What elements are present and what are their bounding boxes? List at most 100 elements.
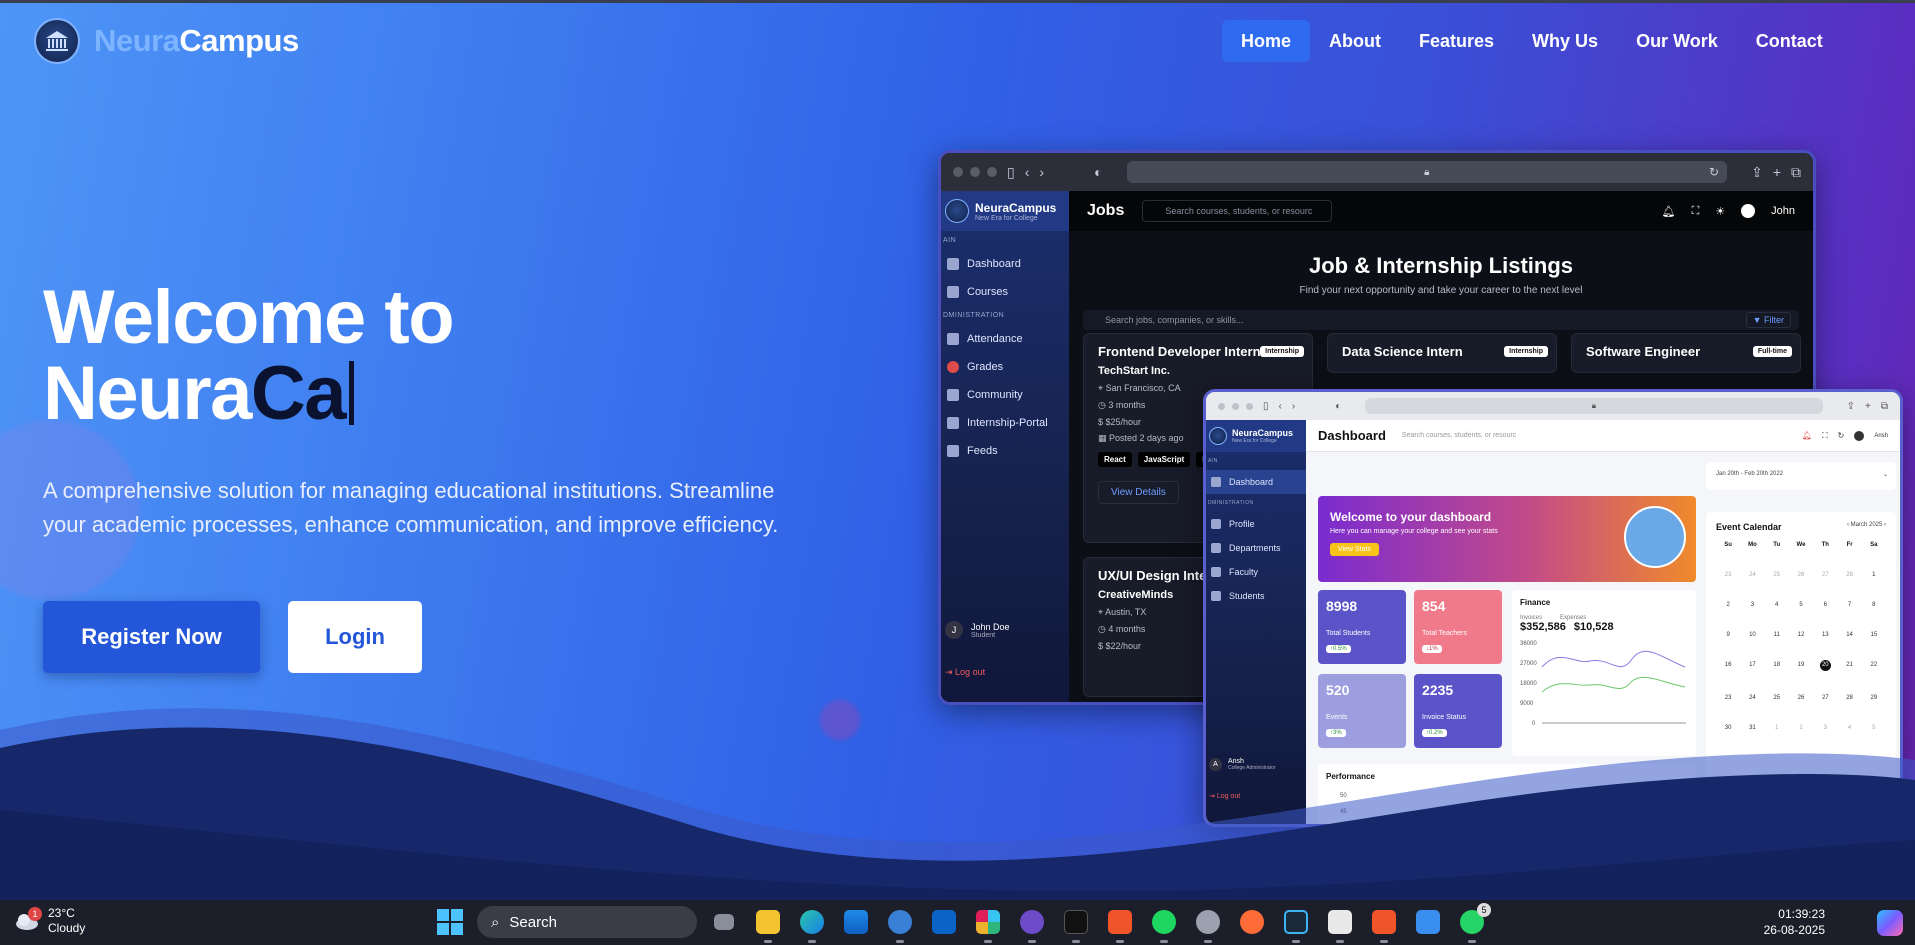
calendar-day[interactable]: 17 — [1740, 662, 1764, 671]
notepad-icon[interactable] — [1411, 905, 1445, 939]
calendar-day[interactable]: 3 — [1740, 602, 1764, 608]
date-range-picker[interactable]: Jan 20th - Feb 20th 2022 ⌄ — [1706, 462, 1896, 490]
stat-card-teachers[interactable]: 854 Total Teachers ↓1% — [1414, 590, 1502, 664]
calendar-day[interactable]: 6 — [1813, 602, 1837, 608]
whatsapp-icon[interactable]: 5 — [1455, 903, 1491, 943]
job-type-badge: Internship — [1260, 346, 1304, 357]
jobs-sidebar-item-community[interactable]: Community — [941, 381, 1069, 409]
editor-icon[interactable] — [1323, 905, 1357, 943]
terminal-icon[interactable] — [1059, 905, 1093, 943]
edge-icon[interactable] — [795, 905, 829, 943]
brand[interactable]: NeuraCampus — [34, 18, 299, 64]
chevron-right-icon[interactable]: › — [1882, 522, 1886, 528]
dash-sidebar-item-dashboard[interactable]: Dashboard — [1206, 470, 1306, 494]
calendar-day[interactable]: 15 — [1862, 632, 1886, 638]
fullscreen-icon[interactable]: ⛶ — [1692, 205, 1700, 218]
calendar-day[interactable]: 27 — [1813, 572, 1837, 578]
job-card[interactable]: Data Science Intern Internship — [1327, 333, 1557, 373]
sun-icon[interactable]: ☀ — [1715, 205, 1725, 218]
dash-header-search[interactable]: Search courses, students, or resourc — [1402, 432, 1552, 439]
nav-home[interactable]: Home — [1222, 20, 1311, 62]
calendar-day[interactable]: 20 — [1819, 660, 1831, 671]
bell-icon[interactable]: 🔔︎ — [1802, 431, 1812, 440]
calendar-day[interactable]: 14 — [1837, 632, 1861, 638]
spotify-icon[interactable] — [1147, 905, 1181, 943]
settings-icon[interactable] — [1191, 905, 1225, 943]
github-icon[interactable] — [1015, 905, 1049, 943]
dash-sidebar-item-faculty[interactable]: Faculty — [1206, 560, 1306, 584]
calendar-day[interactable]: 4 — [1765, 602, 1789, 608]
calendar-day[interactable]: 18 — [1765, 662, 1789, 671]
view-details-button[interactable]: View Details — [1098, 481, 1179, 504]
brave-2-icon[interactable] — [1367, 905, 1401, 943]
window-top-edge — [0, 0, 1915, 3]
calendar-day[interactable]: 9 — [1716, 632, 1740, 638]
slack-icon[interactable] — [971, 905, 1005, 943]
jobs-sidebar-item-attendance[interactable]: Attendance — [941, 325, 1069, 353]
calendar-day[interactable]: 23 — [1716, 572, 1740, 578]
calendar-day[interactable]: 8 — [1862, 602, 1886, 608]
postman-icon[interactable] — [1235, 905, 1269, 939]
job-card[interactable]: Software Engineer Full-time — [1571, 333, 1801, 373]
login-button[interactable]: Login — [288, 601, 422, 673]
dash-sidebar-item-profile[interactable]: Profile — [1206, 512, 1306, 536]
calendar-day[interactable]: 2 — [1716, 602, 1740, 608]
task-view-icon[interactable] — [707, 905, 741, 939]
calendar-day[interactable]: 24 — [1740, 572, 1764, 578]
search-icon: ⌕ — [491, 913, 500, 931]
start-button[interactable] — [433, 905, 467, 939]
avatar[interactable] — [1854, 430, 1865, 441]
calendar-day[interactable]: 1 — [1862, 572, 1886, 578]
calendar-day[interactable]: 7 — [1837, 602, 1861, 608]
calendar-header: Event Calendar ‹ March 2025 › — [1716, 522, 1886, 532]
jobs-sidebar-item-dashboard[interactable]: Dashboard — [941, 250, 1069, 278]
calendar-day[interactable]: 16 — [1716, 662, 1740, 671]
calendar-day[interactable]: 11 — [1765, 632, 1789, 638]
fullscreen-icon[interactable]: ⛶ — [1822, 431, 1828, 441]
view-stats-button[interactable]: View Stats — [1330, 543, 1379, 556]
code-icon[interactable] — [1279, 905, 1313, 943]
jobs-sidebar-item-grades[interactable]: Grades — [941, 353, 1069, 381]
avatar[interactable] — [1741, 204, 1756, 218]
calendar-day[interactable]: 25 — [1765, 572, 1789, 578]
calendar-day[interactable]: 13 — [1813, 632, 1837, 638]
nav-why-us[interactable]: Why Us — [1513, 20, 1617, 62]
jobs-sidebar-item-internship[interactable]: Internship-Portal — [941, 409, 1069, 437]
nav-features[interactable]: Features — [1400, 20, 1513, 62]
taskbar-search[interactable]: ⌕ Search — [477, 906, 697, 938]
nav-contact[interactable]: Contact — [1737, 20, 1842, 62]
bell-icon[interactable]: 🔔︎ — [1662, 205, 1676, 218]
register-button[interactable]: Register Now — [43, 601, 260, 673]
system-clock[interactable]: 01:39:23 26-08-2025 — [1764, 906, 1825, 938]
jobs-sidebar-item-feeds[interactable]: Feeds — [941, 437, 1069, 465]
calendar-day[interactable]: 26 — [1789, 572, 1813, 578]
nav-about[interactable]: About — [1310, 20, 1400, 62]
dash-sidebar-item-students[interactable]: Students — [1206, 584, 1306, 608]
calendar-day[interactable]: 22 — [1862, 662, 1886, 671]
python-icon[interactable] — [883, 905, 917, 943]
jobs-logout-link[interactable]: ⇥ Log out — [945, 667, 985, 678]
copilot-icon[interactable] — [1877, 910, 1903, 936]
calendar-day[interactable]: 5 — [1789, 602, 1813, 608]
refresh-icon[interactable]: ↻ — [1838, 431, 1845, 440]
calendar-day[interactable]: 19 — [1789, 662, 1813, 671]
folder-icon[interactable] — [751, 905, 785, 943]
calendar-day[interactable]: 10 — [1740, 632, 1764, 638]
calendar-day[interactable]: 12 — [1789, 632, 1813, 638]
weather-widget[interactable]: 1 23°C Cloudy — [14, 906, 85, 936]
filter-button[interactable]: ▼ Filter — [1745, 312, 1791, 328]
calendar-day[interactable]: 28 — [1837, 572, 1861, 578]
job-search-input[interactable]: Search jobs, companies, or skills... ▼ Fi… — [1083, 310, 1799, 330]
brave-icon[interactable] — [1103, 905, 1137, 943]
jobs-sidebar-item-courses[interactable]: Courses — [941, 278, 1069, 306]
share-icon: ⇪ — [1751, 163, 1763, 180]
nav-our-work[interactable]: Our Work — [1617, 20, 1737, 62]
jobs-header-search[interactable]: Search courses, students, or resourc — [1142, 200, 1333, 222]
calendar-day[interactable]: 21 — [1837, 662, 1861, 671]
store-icon[interactable] — [839, 905, 873, 939]
dash-sidebar-item-departments[interactable]: Departments — [1206, 536, 1306, 560]
stat-card-students[interactable]: 8998 Total Students ↑0.5% — [1318, 590, 1406, 664]
finance-values: $352,586 $10,528 — [1520, 621, 1688, 633]
main-nav: Home About Features Why Us Our Work Cont… — [1222, 20, 1842, 62]
outlook-icon[interactable] — [927, 905, 961, 939]
